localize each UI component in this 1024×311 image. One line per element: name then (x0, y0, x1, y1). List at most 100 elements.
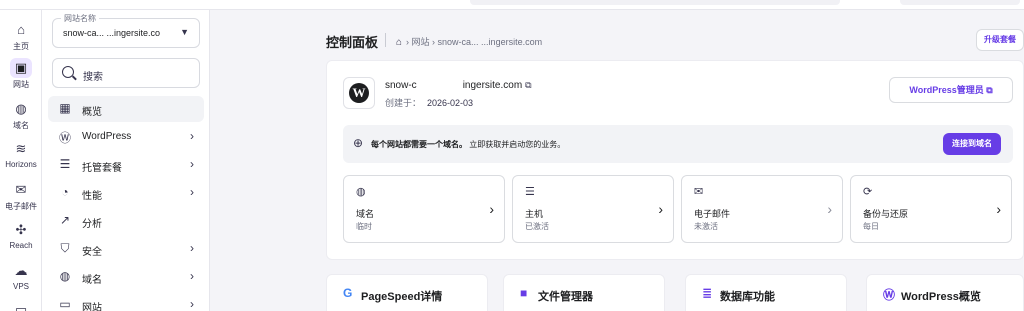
wordpress-icon: Ⓦ (58, 131, 71, 145)
mail-icon: ✉ (15, 182, 27, 197)
sidebar-item-label: 概览 (82, 107, 102, 118)
site-domain[interactable]: snow-c ingersite.com ⧉ (385, 80, 532, 91)
rail-item-more[interactable]: ▭ (0, 300, 42, 311)
browser-icon: ▭ (59, 297, 71, 311)
top-bar-element (470, 0, 840, 5)
google-icon: G (343, 286, 353, 300)
mail-icon: ✉ (694, 186, 704, 198)
tile-backup[interactable]: ⟳ 备份与还原 每日 › (850, 175, 1012, 243)
rail-item-websites[interactable]: ▣ 网站 (0, 58, 42, 90)
wordpress-admin-button[interactable]: WordPress管理员 ⧉ (889, 77, 1013, 103)
file-manager-button[interactable]: ■ 文件管理器 (503, 274, 665, 311)
sidebar-item-label: 分析 (82, 219, 102, 230)
search-icon (62, 66, 74, 78)
tile-hosting[interactable]: ☰ 主机 已激活 › (512, 175, 674, 243)
tile-email[interactable]: ✉ 电子邮件 未激活 › (681, 175, 843, 243)
rail-item-label: Reach (9, 241, 33, 250)
rail-item-home[interactable]: ⌂ 主页 (0, 20, 42, 52)
top-strip (0, 0, 1024, 10)
refresh-icon: ⟳ (863, 186, 873, 198)
banner-text: 每个网站都需要一个域名。 立即获取并启动您的业务。 (371, 139, 565, 150)
rail-item-horizons[interactable]: ≋ Horizons (0, 139, 42, 169)
server-icon: ☰ (59, 157, 71, 171)
rail-item-label: Horizons (5, 160, 37, 169)
rail-item-label: 电子邮件 (5, 202, 37, 211)
globe-icon: ◍ (15, 101, 27, 116)
chevron-right-icon: › (190, 241, 194, 255)
tile-status: 未激活 (694, 222, 718, 231)
horizons-icon: ≋ (15, 141, 27, 156)
tile-domain[interactable]: ◍ 域名 临时 › (343, 175, 505, 243)
chevron-right-icon: › (190, 185, 194, 199)
sidebar-item-security[interactable]: ⛉ 安全 › (48, 236, 204, 262)
website-select-label: 网站名称 (61, 13, 99, 24)
sidebar-item-label: 域名 (82, 275, 102, 286)
dashboard-icon: ▦ (59, 101, 71, 115)
caret-down-icon: ▼ (180, 27, 189, 37)
globe-icon: ◍ (59, 269, 71, 283)
chevron-right-icon: › (190, 157, 194, 171)
connect-domain-button[interactable]: 连接到域名 (943, 133, 1001, 155)
sidebar-item-label: WordPress (82, 131, 132, 142)
upgrade-plan-button[interactable]: 升级套餐 (976, 29, 1024, 51)
site-overview-card: W snow-c ingersite.com ⧉ 创建于： 2026-02-03 Wo… (326, 60, 1024, 260)
quick-label: WordPress概览 (901, 291, 981, 303)
tile-title: 域名 (356, 209, 375, 219)
website-select[interactable]: 网站名称 snow-ca... ...ingersite.co ▼ (52, 13, 200, 48)
sidebar-item-overview[interactable]: ▦ 概览 (48, 96, 204, 122)
sidebar-item-domains[interactable]: ◍ 域名 › (48, 264, 204, 290)
chevron-right-icon: › (827, 201, 832, 217)
gauge-icon: ◔ (61, 185, 69, 199)
chevron-right-icon: › (996, 201, 1001, 217)
sidebar-search-input[interactable]: 搜索 (52, 58, 200, 88)
sidebar-item-analytics[interactable]: ↗ 分析 (48, 208, 204, 234)
cloud-icon: ☁ (14, 263, 28, 278)
rail-item-vps[interactable]: ☁ VPS (0, 261, 42, 291)
sidebar-item-hosting-plan[interactable]: ☰ 托管套餐 › (48, 152, 204, 178)
chevron-right-icon: › (190, 269, 194, 283)
created-label: 创建于： (385, 98, 422, 108)
pagespeed-button[interactable]: G PageSpeed详情 (326, 274, 488, 311)
panel-icon: ▭ (14, 302, 28, 311)
tile-title: 电子邮件 (694, 209, 731, 219)
search-placeholder: 搜索 (83, 72, 103, 83)
rail-item-email[interactable]: ✉ 电子邮件 (0, 180, 42, 212)
sidebar-item-website[interactable]: ▭ 网站 › (48, 292, 204, 311)
created-date-value: 2026-02-03 (427, 98, 474, 108)
wordpress-overview-button[interactable]: Ⓦ WordPress概览 (866, 274, 1024, 311)
tile-title: 备份与还原 (863, 209, 909, 219)
globe-icon: ◍ (356, 186, 366, 198)
wordpress-logo: W (343, 77, 375, 109)
home-icon: ⌂ (17, 22, 25, 37)
sidebar-item-wordpress[interactable]: Ⓦ WordPress › (48, 124, 204, 150)
site-domain-suffix: ingersite.com (462, 80, 523, 91)
reach-icon: ✣ (15, 222, 27, 237)
external-link-icon[interactable]: ⧉ (525, 80, 531, 90)
tile-title: 主机 (525, 209, 544, 219)
database-button[interactable]: ≣ 数据库功能 (685, 274, 847, 311)
rail-item-domains[interactable]: ◍ 域名 (0, 99, 42, 131)
breadcrumb-text: › 网站 › snow-ca... ...ingersite.com (406, 37, 543, 47)
top-bar-element (900, 0, 1020, 5)
chevron-right-icon: › (489, 201, 494, 217)
domain-banner: ⊕ 每个网站都需要一个域名。 立即获取并启动您的业务。 连接到域名 (343, 125, 1013, 163)
folder-icon: ■ (520, 286, 528, 300)
sidebar-item-label: 网站 (82, 303, 102, 311)
redacted-block (416, 80, 463, 91)
rail-item-reach[interactable]: ✣ Reach (0, 220, 42, 250)
shield-icon: ⛉ (60, 241, 70, 255)
sidebar-item-label: 性能 (82, 191, 102, 202)
created-date: 创建于： 2026-02-03 (385, 96, 473, 109)
website-select-value: snow-ca... ...ingersite.co (63, 28, 161, 38)
rail-item-label: 域名 (13, 121, 29, 130)
home-icon[interactable]: ⌂ (396, 37, 402, 48)
quick-label: 文件管理器 (538, 291, 593, 303)
page-title: 控制面板 (326, 35, 379, 50)
sidebar-item-performance[interactable]: ◔ 性能 › (48, 180, 204, 206)
chevron-right-icon: › (658, 201, 663, 217)
quick-label: PageSpeed详情 (361, 291, 443, 303)
divider (385, 33, 386, 47)
banner-secondary-text: 立即获取并启动您的业务。 (469, 140, 566, 149)
rail-item-label: 主页 (13, 42, 29, 51)
globe-plus-icon: ⊕ (353, 136, 364, 150)
